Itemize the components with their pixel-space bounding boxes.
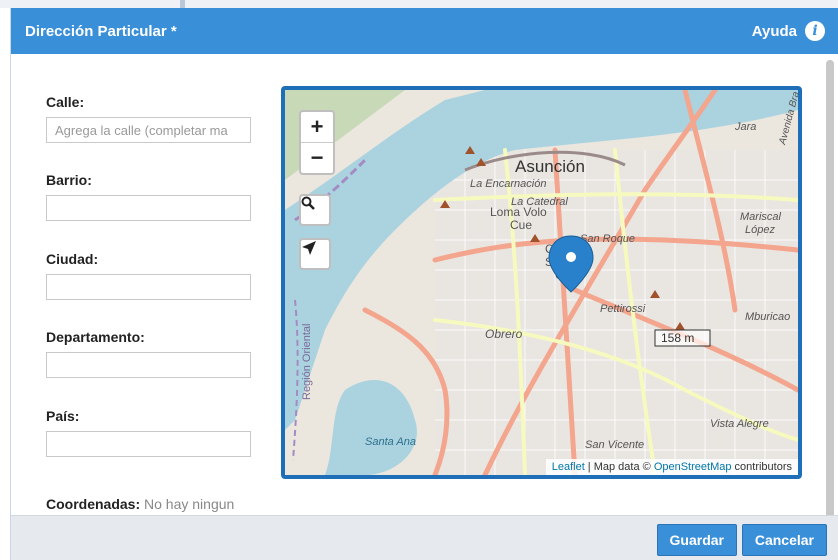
map-label-encarnacion: La Encarnación bbox=[470, 178, 546, 190]
map-label-region: Región Oriental bbox=[301, 324, 313, 400]
map-label-loma-volo: Loma Volo bbox=[490, 205, 547, 219]
dialog-title: Dirección Particular * bbox=[25, 23, 177, 40]
map-label-jara: Jara bbox=[734, 121, 756, 133]
zoom-in-button[interactable]: + bbox=[301, 112, 333, 142]
attribution-separator: | Map data © bbox=[584, 461, 654, 473]
dialog-footer: Guardar Cancelar bbox=[11, 515, 838, 560]
department-label: Departamento: bbox=[46, 329, 145, 345]
city-input[interactable] bbox=[46, 274, 251, 300]
dialog-header: Dirección Particular * Ayuda i bbox=[11, 8, 838, 54]
map-label-san-vicente: San Vicente bbox=[585, 439, 644, 451]
help-button[interactable]: Ayuda i bbox=[752, 21, 825, 41]
neighborhood-label: Barrio: bbox=[46, 172, 92, 188]
zoom-control: + − bbox=[299, 110, 335, 175]
map-label-lopez: López bbox=[745, 224, 775, 236]
map-label-obrero: Obrero bbox=[485, 327, 523, 341]
country-input[interactable] bbox=[46, 431, 251, 457]
attribution-suffix: contributors bbox=[731, 461, 792, 473]
country-label: País: bbox=[46, 408, 80, 424]
info-circle-icon: i bbox=[805, 21, 825, 41]
zoom-out-button[interactable]: − bbox=[301, 142, 333, 173]
map-container[interactable]: Asunción La Encarnación La Catedral Loma… bbox=[281, 86, 802, 479]
street-label: Calle: bbox=[46, 94, 85, 110]
map-label-city: Asunción bbox=[515, 157, 585, 176]
search-icon bbox=[301, 196, 315, 210]
map-locate-button[interactable] bbox=[299, 238, 331, 270]
street-input[interactable] bbox=[46, 117, 251, 143]
map-label-mariscal: Mariscal bbox=[740, 211, 782, 223]
coordinates-value: No hay ningun bbox=[144, 496, 235, 512]
locate-arrow-icon bbox=[302, 241, 316, 255]
city-label: Ciudad: bbox=[46, 251, 99, 267]
map-label-santa-ana: Santa Ana bbox=[365, 436, 416, 448]
map-label-cue: Cue bbox=[510, 218, 532, 232]
scale-bar: 158 m bbox=[654, 329, 711, 347]
scale-label: 158 m bbox=[661, 331, 694, 345]
map-attribution: Leaflet | Map data © OpenStreetMap contr… bbox=[545, 459, 798, 475]
save-button[interactable]: Guardar bbox=[656, 524, 737, 556]
leaflet-link[interactable]: Leaflet bbox=[552, 461, 585, 473]
map-search-button[interactable] bbox=[299, 194, 331, 226]
map-label-mburicao: Mburicao bbox=[745, 311, 790, 323]
cancel-button[interactable]: Cancelar bbox=[741, 524, 827, 556]
map-canvas[interactable]: Asunción La Encarnación La Catedral Loma… bbox=[285, 90, 798, 475]
map-label-vista-alegre: Vista Alegre bbox=[710, 418, 769, 430]
department-input[interactable] bbox=[46, 352, 251, 378]
background-divider bbox=[180, 0, 185, 8]
coordinates-label: Coordenadas: bbox=[46, 496, 141, 512]
scrollbar-thumb[interactable] bbox=[826, 60, 834, 520]
osm-link[interactable]: OpenStreetMap bbox=[654, 461, 732, 473]
dialog-scrollbar[interactable] bbox=[826, 58, 834, 528]
help-label: Ayuda bbox=[751, 22, 797, 40]
background-strip bbox=[0, 0, 838, 8]
address-dialog: Dirección Particular * Ayuda i Calle: Ba… bbox=[10, 8, 838, 560]
map-label-pettirossi: Pettirossi bbox=[600, 303, 646, 315]
neighborhood-input[interactable] bbox=[46, 195, 251, 221]
coordinates: Coordenadas: No hay ningun bbox=[46, 496, 234, 512]
